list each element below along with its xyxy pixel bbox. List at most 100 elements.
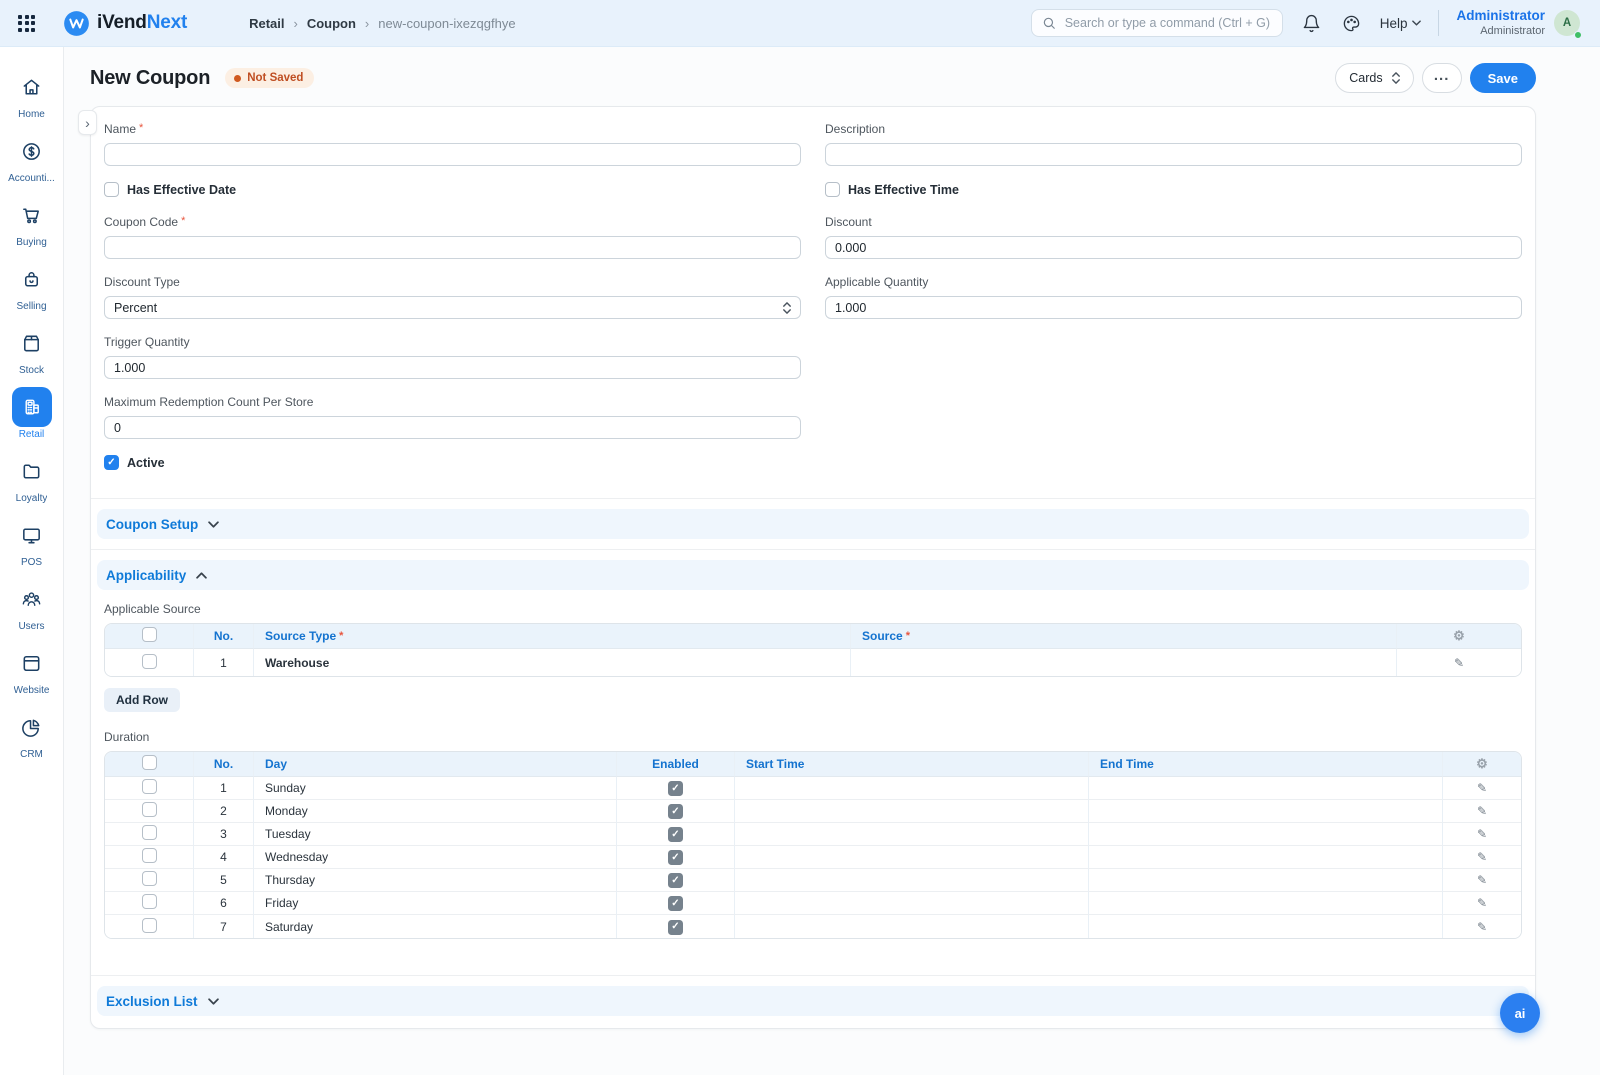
start-time-cell[interactable] [735,892,1089,915]
sidebar-item-stock[interactable]: Stock [0,323,64,376]
row-checkbox[interactable] [142,918,157,933]
enabled-checkbox[interactable] [668,781,683,796]
logo-icon [63,10,90,37]
start-time-cell[interactable] [735,869,1089,892]
row-checkbox[interactable] [142,779,157,794]
top-navbar: iVendNext Retail › Coupon › new-coupon-i… [0,0,1600,47]
section-exclusion-list[interactable]: Exclusion List [97,986,1529,1016]
grid-settings-gear-icon[interactable]: ⚙ [1476,756,1488,771]
view-switcher-button[interactable]: Cards [1335,63,1413,93]
edit-row-pencil-icon[interactable]: ✎ [1477,896,1487,910]
edit-row-pencil-icon[interactable]: ✎ [1477,920,1487,934]
enabled-checkbox[interactable] [668,827,683,842]
row-checkbox[interactable] [142,654,157,669]
source-type-cell[interactable]: Warehouse [254,649,851,676]
add-row-button[interactable]: Add Row [104,688,180,712]
sidebar-item-retail[interactable]: Retail [0,387,64,440]
enabled-checkbox[interactable] [668,850,683,865]
trigger-quantity-field[interactable] [104,356,801,379]
help-label: Help [1380,16,1408,31]
app-logo[interactable]: iVendNext [63,10,187,37]
end-time-cell[interactable] [1089,915,1443,938]
name-field[interactable] [104,143,801,166]
sidebar-item-home[interactable]: Home [0,67,64,120]
checkbox-unchecked[interactable] [104,182,119,197]
folder-icon [12,451,52,491]
help-menu[interactable]: Help [1380,16,1422,31]
row-checkbox[interactable] [142,848,157,863]
coupon-code-field[interactable] [104,236,801,259]
applicable-quantity-field[interactable] [825,296,1522,319]
end-time-cell[interactable] [1089,777,1443,800]
select-all-checkbox[interactable] [142,755,157,770]
source-cell[interactable] [851,649,1397,676]
section-divider [91,549,1535,550]
discount-field[interactable] [825,236,1522,259]
discount-type-select[interactable]: Percent [104,296,801,319]
avatar[interactable]: A [1554,10,1580,36]
duration-row: 5 Thursday ✎ [105,869,1521,892]
enabled-checkbox[interactable] [668,896,683,911]
global-search[interactable] [1031,9,1283,37]
edit-row-pencil-icon[interactable]: ✎ [1477,827,1487,841]
apps-grid-icon[interactable] [18,15,35,32]
panel-expand-chevron[interactable]: › [78,110,97,135]
search-input[interactable] [1063,15,1272,31]
chevron-down-icon [1412,20,1421,26]
section-coupon-setup[interactable]: Coupon Setup [97,509,1529,539]
checkbox-checked[interactable] [104,455,119,470]
end-time-cell[interactable] [1089,823,1443,846]
edit-row-pencil-icon[interactable]: ✎ [1454,656,1464,670]
enabled-checkbox[interactable] [668,920,683,935]
start-time-cell[interactable] [735,823,1089,846]
sidebar-item-selling[interactable]: Selling [0,259,64,312]
status-badge: Not Saved [225,68,314,88]
start-time-cell[interactable] [735,846,1089,869]
breadcrumb-separator: › [293,16,297,31]
grid-settings-gear-icon[interactable]: ⚙ [1453,628,1465,643]
end-time-cell[interactable] [1089,800,1443,823]
has-effective-time-checkbox[interactable]: Has Effective Time [825,182,1522,197]
breadcrumb-retail[interactable]: Retail [249,16,284,31]
sidebar-item-pos[interactable]: POS [0,515,64,568]
ai-assistant-button[interactable]: ai [1500,993,1540,1033]
enabled-checkbox[interactable] [668,804,683,819]
theme-palette-icon[interactable] [1340,12,1363,35]
browser-window-icon [12,643,52,683]
package-icon [12,323,52,363]
start-time-cell[interactable] [735,777,1089,800]
accounting-icon [12,131,52,171]
section-applicability[interactable]: Applicability [97,560,1529,590]
sidebar-item-buying[interactable]: Buying [0,195,64,248]
end-time-cell[interactable] [1089,869,1443,892]
row-checkbox[interactable] [142,894,157,909]
start-time-cell[interactable] [735,915,1089,938]
select-all-checkbox[interactable] [142,627,157,642]
end-time-cell[interactable] [1089,892,1443,915]
edit-row-pencil-icon[interactable]: ✎ [1477,781,1487,795]
sidebar-item-crm[interactable]: CRM [0,707,64,760]
checkbox-unchecked[interactable] [825,182,840,197]
row-checkbox[interactable] [142,802,157,817]
start-time-cell[interactable] [735,800,1089,823]
description-field[interactable] [825,143,1522,166]
sidebar-item-users[interactable]: Users [0,579,64,632]
edit-row-pencil-icon[interactable]: ✎ [1477,804,1487,818]
active-checkbox[interactable]: Active [104,455,801,470]
sidebar-item-website[interactable]: Website [0,643,64,696]
end-time-cell[interactable] [1089,846,1443,869]
save-button[interactable]: Save [1470,63,1536,93]
notifications-bell-icon[interactable] [1300,12,1323,35]
row-checkbox[interactable] [142,825,157,840]
row-checkbox[interactable] [142,871,157,886]
sidebar-item-loyalty[interactable]: Loyalty [0,451,64,504]
breadcrumb-coupon[interactable]: Coupon [307,16,356,31]
sidebar-item-accounting[interactable]: Accounti... [0,131,64,184]
user-menu[interactable]: Administrator Administrator A [1456,8,1580,39]
has-effective-date-checkbox[interactable]: Has Effective Date [104,182,801,197]
max-redemption-field[interactable] [104,416,801,439]
more-options-button[interactable]: ... [1422,63,1462,93]
enabled-checkbox[interactable] [668,873,683,888]
edit-row-pencil-icon[interactable]: ✎ [1477,850,1487,864]
edit-row-pencil-icon[interactable]: ✎ [1477,873,1487,887]
